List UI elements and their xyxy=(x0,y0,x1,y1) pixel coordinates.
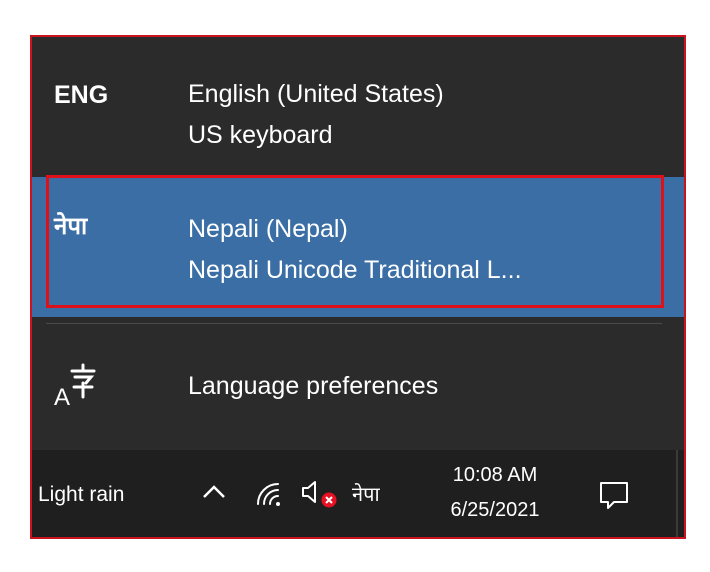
language-item-nepali[interactable]: नेपा Nepali (Nepal) Nepali Unicode Tradi… xyxy=(32,177,684,317)
svg-text:A: A xyxy=(54,384,70,409)
taskbar: Light rain नेपा 10:08 AM 6/25/2021 xyxy=(32,450,684,537)
mute-x-icon xyxy=(321,492,337,508)
language-name: English (United States) xyxy=(188,80,444,108)
wifi-icon[interactable] xyxy=(254,480,286,506)
chevron-up-icon[interactable] xyxy=(200,478,228,506)
divider xyxy=(46,323,662,324)
language-code: ENG xyxy=(54,81,109,109)
input-indicator[interactable]: नेपा xyxy=(352,480,380,507)
language-name: Nepali (Nepal) xyxy=(188,215,348,243)
weather-widget[interactable]: Light rain xyxy=(38,483,124,507)
clock-time: 10:08 AM xyxy=(452,464,538,486)
clock[interactable]: 10:08 AM 6/25/2021 xyxy=(432,464,558,522)
action-center-icon[interactable] xyxy=(597,478,631,512)
language-preferences-item[interactable]: A Language preferences xyxy=(32,337,684,437)
clock-date: 6/25/2021 xyxy=(450,499,540,521)
screenshot-frame: ENG English (United States) US keyboard … xyxy=(30,35,686,539)
language-code: नेपा xyxy=(54,212,88,240)
show-desktop-edge[interactable] xyxy=(676,450,678,537)
language-preferences-label: Language preferences xyxy=(188,372,439,400)
language-preferences-icon: A xyxy=(54,363,96,409)
language-item-english[interactable]: ENG English (United States) US keyboard xyxy=(32,37,684,177)
keyboard-name: US keyboard xyxy=(188,121,333,149)
keyboard-name: Nepali Unicode Traditional L... xyxy=(188,256,522,284)
language-flyout: ENG English (United States) US keyboard … xyxy=(32,37,684,450)
